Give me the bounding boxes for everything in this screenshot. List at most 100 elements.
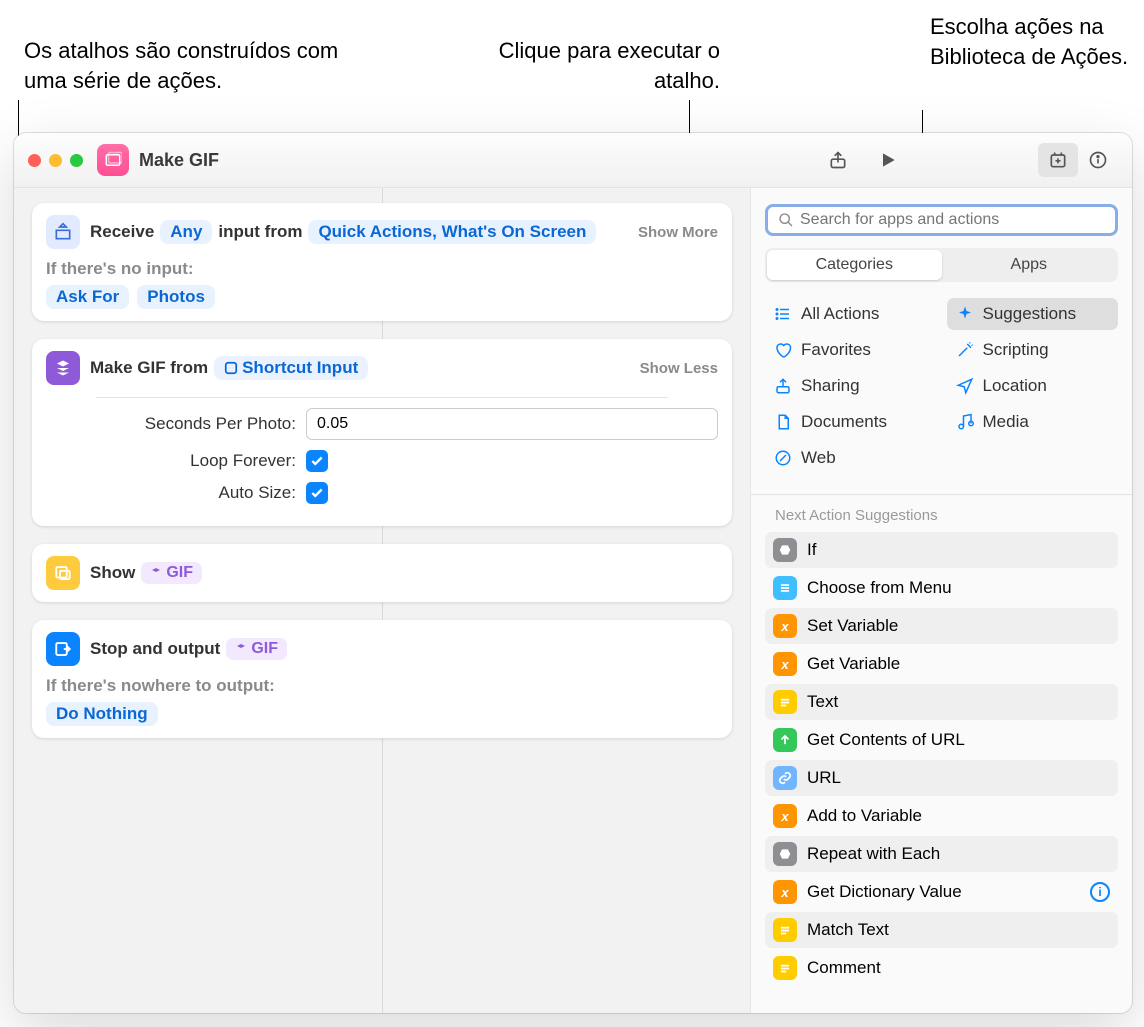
category-documents[interactable]: Documents [765, 406, 937, 438]
suggestion-text[interactable]: Text [765, 684, 1118, 720]
suggestion-get-contents-of-url[interactable]: Get Contents of URL [765, 722, 1118, 758]
sparkle-icon [955, 304, 975, 324]
category-web[interactable]: Web [765, 442, 937, 474]
gif-output-label: GIF [251, 640, 278, 658]
titlebar: Make GIF [14, 133, 1132, 188]
no-input-chip-photos[interactable]: Photos [137, 285, 215, 309]
suggestion-label: Text [807, 692, 838, 712]
loop-forever-row: Loop Forever: [46, 450, 718, 472]
search-input[interactable] [800, 211, 1105, 229]
suggestion-label: Set Variable [807, 616, 898, 636]
suggestion-get-dictionary-value[interactable]: x Get Dictionary Value i [765, 874, 1118, 910]
suggestion-icon [773, 842, 797, 866]
suggestion-label: Comment [807, 958, 881, 978]
makegif-prefix: Make GIF from [90, 358, 208, 378]
suggestions-title: Next Action Suggestions [775, 507, 1118, 524]
minimize-button[interactable] [49, 154, 62, 167]
zoom-button[interactable] [70, 154, 83, 167]
suggestion-match-text[interactable]: Match Text [765, 912, 1118, 948]
category-sharing[interactable]: Sharing [765, 370, 937, 402]
list-icon [773, 304, 793, 324]
category-suggestions[interactable]: Suggestions [947, 298, 1119, 330]
share-icon [773, 376, 793, 396]
suggestion-choose-from-menu[interactable]: Choose from Menu [765, 570, 1118, 606]
window-title: Make GIF [139, 150, 818, 171]
suggestion-label: Repeat with Each [807, 844, 940, 864]
show-icon [46, 556, 80, 590]
suggestion-get-variable[interactable]: xGet Variable [765, 646, 1118, 682]
seg-categories[interactable]: Categories [767, 250, 942, 280]
seg-apps[interactable]: Apps [942, 250, 1117, 280]
action-stop-output[interactable]: Stop and output GIF If there's nowhere t… [32, 620, 732, 738]
close-button[interactable] [28, 154, 41, 167]
category-label: Media [983, 412, 1029, 432]
no-input-label: If there's no input: [46, 259, 718, 279]
category-favorites[interactable]: Favorites [765, 334, 937, 366]
suggestion-icon: x [773, 880, 797, 904]
suggestion-icon [773, 956, 797, 980]
callout-left: Os atalhos são construídos com uma série… [24, 36, 364, 95]
receive-middle: input from [218, 222, 302, 242]
input-type-chip[interactable]: Any [160, 220, 212, 244]
suggestion-comment[interactable]: Comment [765, 950, 1118, 986]
auto-label: Auto Size: [46, 483, 306, 503]
category-grid: All Actions Suggestions Favorites Scripting… [765, 298, 1118, 474]
suggestion-if[interactable]: If [765, 532, 1118, 568]
suggestion-label: Get Dictionary Value [807, 882, 962, 902]
action-library-button[interactable] [1038, 143, 1078, 177]
shortcut-input-chip[interactable]: Shortcut Input [214, 356, 368, 380]
heart-icon [773, 340, 793, 360]
share-button[interactable] [818, 143, 858, 177]
info-button[interactable] [1078, 143, 1118, 177]
info-icon[interactable]: i [1090, 882, 1110, 902]
action-make-gif[interactable]: Make GIF from Shortcut Input Show Less S… [32, 339, 732, 526]
show-less-button[interactable]: Show Less [640, 360, 718, 377]
action-show-result[interactable]: Show GIF [32, 544, 732, 602]
library-segmented-control[interactable]: Categories Apps [765, 248, 1118, 282]
loop-checkbox[interactable] [306, 450, 328, 472]
suggestion-repeat-with-each[interactable]: Repeat with Each [765, 836, 1118, 872]
category-label: Suggestions [983, 304, 1077, 324]
music-icon [955, 412, 975, 432]
gif-icon [46, 351, 80, 385]
action-library-sidebar: Categories Apps All Actions Suggestions Fa… [750, 188, 1132, 1013]
search-field[interactable] [765, 204, 1118, 236]
suggestion-add-to-variable[interactable]: xAdd to Variable [765, 798, 1118, 834]
seconds-label: Seconds Per Photo: [46, 414, 306, 434]
category-media[interactable]: Media [947, 406, 1119, 438]
category-scripting[interactable]: Scripting [947, 334, 1119, 366]
suggestion-label: URL [807, 768, 841, 788]
input-source-chip[interactable]: Quick Actions, What's On Screen [308, 220, 596, 244]
auto-size-checkbox[interactable] [306, 482, 328, 504]
suggestion-icon [773, 690, 797, 714]
show-more-button[interactable]: Show More [638, 224, 718, 241]
run-button[interactable] [868, 143, 908, 177]
suggestion-icon: x [773, 614, 797, 638]
input-icon [46, 215, 80, 249]
receive-prefix: Receive [90, 222, 154, 242]
suggestion-icon: x [773, 804, 797, 828]
suggestion-url[interactable]: URL [765, 760, 1118, 796]
gif-variable-chip[interactable]: GIF [141, 562, 202, 584]
nav-icon [955, 376, 975, 396]
seconds-input[interactable] [306, 408, 718, 440]
output-icon [46, 632, 80, 666]
category-label: Sharing [801, 376, 860, 396]
gif-variable-label: GIF [166, 564, 193, 582]
shortcut-input-label: Shortcut Input [242, 358, 358, 378]
category-all-actions[interactable]: All Actions [765, 298, 937, 330]
category-label: Favorites [801, 340, 871, 360]
doc-icon [773, 412, 793, 432]
suggestion-icon [773, 576, 797, 600]
suggestion-label: Match Text [807, 920, 889, 940]
gif-output-chip[interactable]: GIF [226, 638, 287, 660]
nowhere-label: If there's nowhere to output: [46, 676, 718, 696]
suggestion-set-variable[interactable]: x Set Variable [765, 608, 1118, 644]
suggestion-icon [773, 728, 797, 752]
actions-editor: Receive Any input from Quick Actions, Wh… [14, 188, 750, 1013]
action-receive-input[interactable]: Receive Any input from Quick Actions, Wh… [32, 203, 732, 321]
no-input-chip-askfor[interactable]: Ask For [46, 285, 129, 309]
category-location[interactable]: Location [947, 370, 1119, 402]
do-nothing-chip[interactable]: Do Nothing [46, 702, 158, 726]
category-label: Scripting [983, 340, 1049, 360]
